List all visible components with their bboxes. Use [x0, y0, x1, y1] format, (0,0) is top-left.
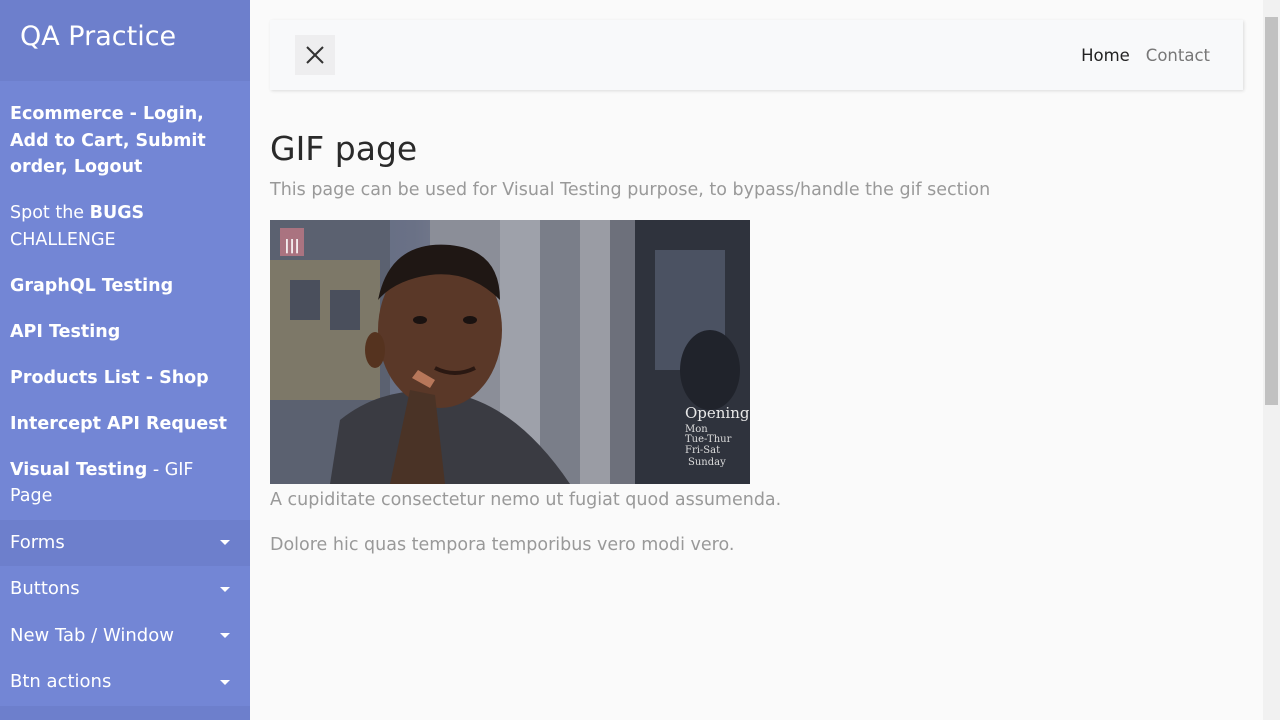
sidebar-dropdown-new-tab[interactable]: New Tab / Window	[0, 613, 250, 660]
sidebar-item-api-testing[interactable]: API Testing	[0, 319, 250, 346]
nav-home-link[interactable]: Home	[1081, 46, 1130, 65]
sign-hours-3: Fri-Sat	[685, 445, 720, 456]
sidebar-item-bugs-challenge[interactable]: Spot the BUGS CHALLENGE	[0, 200, 250, 253]
caret-down-icon	[220, 540, 230, 546]
page-scrollbar[interactable]	[1263, 0, 1280, 720]
sidebar: QA Practice Ecommerce - Login, Add to Ca…	[0, 0, 250, 720]
sidebar-item-ecommerce[interactable]: Ecommerce - Login, Add to Cart, Submit o…	[0, 101, 250, 181]
sidebar-item-label-pre: Spot the	[10, 203, 90, 223]
sidebar-brand: QA Practice	[0, 0, 250, 81]
sidebar-item-visual-testing[interactable]: Visual Testing - GIF Page	[0, 457, 250, 510]
sidebar-item-products-list[interactable]: Products List - Shop	[0, 365, 250, 392]
caret-down-icon	[220, 586, 230, 592]
main-content: GIF page This page can be used for Visua…	[270, 125, 1250, 558]
sidebar-item-label: API Testing	[10, 321, 121, 342]
paragraph-2: Dolore hic quas tempora temporibus vero …	[270, 535, 735, 555]
page-title: GIF page	[270, 129, 418, 168]
page-lead: This page can be used for Visual Testing…	[270, 180, 991, 200]
sidebar-dropdown-buttons[interactable]: Buttons	[0, 566, 250, 613]
top-navbar: Home Contact	[270, 20, 1243, 90]
scrollbar-thumb[interactable]	[1265, 17, 1278, 405]
sidebar-dropdown-label: New Tab / Window	[10, 624, 174, 646]
sidebar-toggle-button[interactable]	[295, 35, 335, 75]
sidebar-dropdown-label: Buttons	[10, 578, 80, 599]
channel-badge: |||	[284, 238, 299, 254]
sidebar-item-label-bold: Visual Testing	[10, 459, 148, 480]
caret-down-icon	[220, 633, 230, 639]
gif-illustration: ||| Opening Mon Tue-Thur Fri-Sat Sunday	[270, 220, 750, 484]
sidebar-dropdown-label: Btn actions	[10, 671, 112, 692]
sidebar-item-label: Intercept API Request	[10, 413, 228, 434]
sidebar-item-label: GraphQL Testing	[10, 275, 174, 296]
sidebar-dropdown-btn-actions[interactable]: Btn actions	[0, 659, 250, 706]
sign-opening-text: Opening	[685, 404, 750, 422]
nav-contact-link[interactable]: Contact	[1146, 46, 1210, 65]
sidebar-dropdown-label: Forms	[10, 531, 65, 553]
sidebar-item-label: Products List - Shop	[10, 367, 209, 388]
sidebar-item-label: Ecommerce - Login, Add to Cart, Submit o…	[10, 104, 206, 177]
sidebar-item-graphql[interactable]: GraphQL Testing	[0, 273, 250, 300]
sidebar-menu: Ecommerce - Login, Add to Cart, Submit o…	[0, 81, 250, 720]
sidebar-dropdown-label: Tables	[10, 706, 66, 720]
nav-links: Home Contact	[1081, 20, 1210, 90]
sidebar-dropdown-forms[interactable]: Forms	[0, 519, 250, 566]
sidebar-item-label-bold: BUGS	[89, 203, 145, 223]
sidebar-item-intercept-api[interactable]: Intercept API Request	[0, 411, 250, 438]
sidebar-item-label-post: CHALLENGE	[10, 229, 116, 250]
paragraph-1: A cupiditate consectetur nemo ut fugiat …	[270, 490, 782, 510]
sign-hours-2: Tue-Thur	[685, 434, 732, 445]
caret-down-icon	[220, 679, 230, 685]
sidebar-dropdown-tables[interactable]: Tables	[0, 705, 250, 720]
animated-gif-image: ||| Opening Mon Tue-Thur Fri-Sat Sunday	[270, 220, 750, 484]
sign-hours-4: Sunday	[688, 457, 726, 468]
close-icon	[306, 46, 324, 64]
